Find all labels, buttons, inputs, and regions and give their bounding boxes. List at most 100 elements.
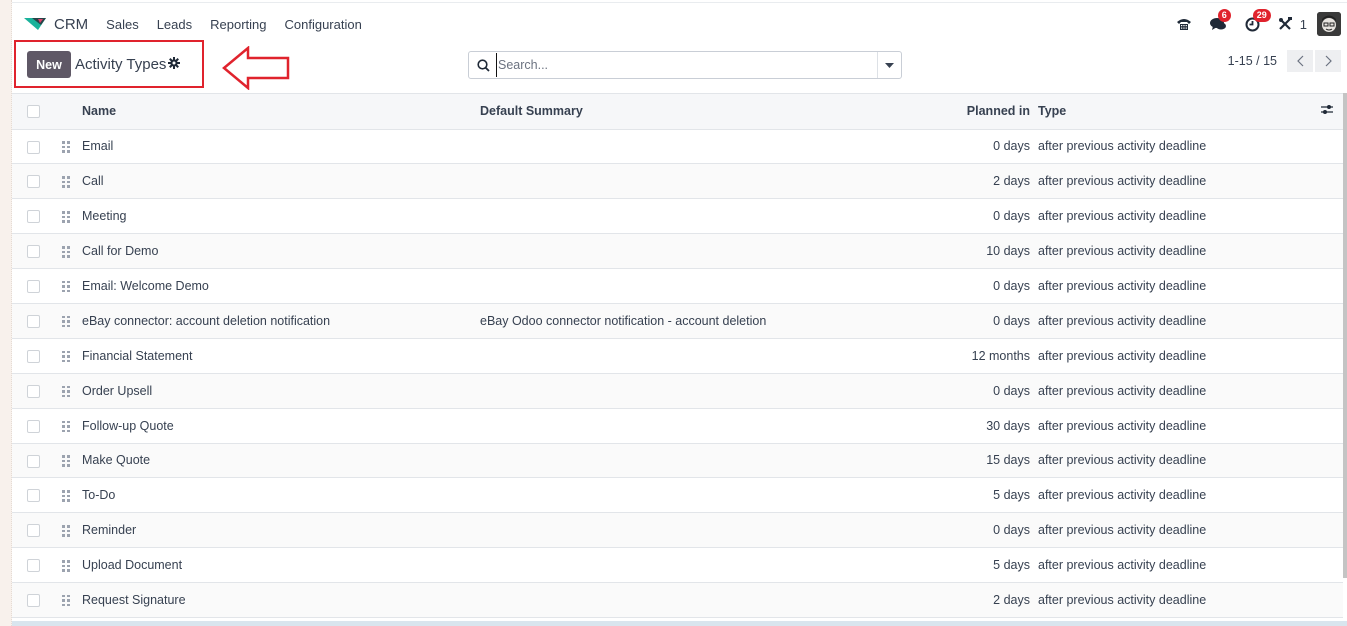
cell-type[interactable]: after previous activity deadline (1038, 443, 1308, 479)
cell-name[interactable]: Meeting (82, 198, 480, 235)
user-avatar[interactable] (1317, 12, 1341, 36)
cell-planned-in[interactable]: 0 days (920, 198, 1038, 235)
column-header-default-summary[interactable]: Default Summary (480, 94, 920, 130)
row-checkbox[interactable] (27, 210, 40, 224)
cell-type[interactable]: after previous activity deadline (1038, 129, 1308, 165)
drag-handle-icon[interactable] (62, 211, 70, 223)
cell-name[interactable]: Call (82, 163, 480, 200)
menu-leads[interactable]: Leads (157, 17, 192, 32)
cell-planned-in[interactable]: 2 days (920, 582, 1038, 618)
table-row[interactable]: Request Signature 2 days after previous ac… (12, 582, 1343, 618)
cell-default-summary[interactable] (480, 582, 920, 618)
drag-handle-icon[interactable] (62, 315, 70, 328)
table-row[interactable]: Upload Document 5 days after previous acti… (12, 547, 1343, 584)
tools-button[interactable]: 1 (1278, 17, 1307, 32)
vertical-scrollbar[interactable] (1343, 93, 1347, 578)
cell-default-summary[interactable] (480, 443, 920, 479)
cell-planned-in[interactable]: 0 days (920, 303, 1038, 339)
row-checkbox[interactable] (27, 559, 40, 573)
cell-planned-in[interactable]: 10 days (920, 233, 1038, 270)
cell-planned-in[interactable]: 2 days (920, 163, 1038, 200)
cell-type[interactable]: after previous activity deadline (1038, 338, 1308, 374)
search-options-toggle[interactable] (877, 52, 901, 78)
messages-button[interactable]: 6 (1209, 8, 1231, 32)
activities-button[interactable]: 29 (1245, 8, 1271, 32)
app-brand[interactable]: CRM (24, 16, 106, 33)
drag-handle-icon[interactable] (62, 490, 70, 502)
pager-next-button[interactable] (1315, 50, 1341, 72)
pager-previous-button[interactable] (1287, 50, 1313, 72)
cell-default-summary[interactable]: eBay Odoo connector notification - accou… (480, 303, 920, 339)
cell-default-summary[interactable] (480, 408, 920, 444)
gear-icon[interactable] (168, 57, 180, 69)
row-checkbox[interactable] (27, 245, 40, 259)
cell-type[interactable]: after previous activity deadline (1038, 233, 1308, 270)
row-checkbox[interactable] (27, 280, 40, 294)
row-checkbox[interactable] (27, 140, 40, 154)
cell-type[interactable]: after previous activity deadline (1038, 163, 1308, 200)
cell-name[interactable]: Email: Welcome Demo (82, 268, 480, 304)
cell-type[interactable]: after previous activity deadline (1038, 408, 1308, 444)
table-row[interactable]: Call for Demo 10 days after previous activ… (12, 233, 1343, 270)
cell-default-summary[interactable] (480, 198, 920, 235)
cell-name[interactable]: eBay connector: account deletion notific… (82, 303, 480, 339)
table-row[interactable]: Call 2 days after previous activity deadli… (12, 163, 1343, 200)
cell-planned-in[interactable]: 0 days (920, 512, 1038, 549)
cell-type[interactable]: after previous activity deadline (1038, 582, 1308, 618)
drag-handle-icon[interactable] (62, 176, 70, 188)
cell-type[interactable]: after previous activity deadline (1038, 512, 1308, 549)
drag-handle-icon[interactable] (62, 141, 70, 153)
cell-name[interactable]: Order Upsell (82, 373, 480, 409)
cell-planned-in[interactable]: 5 days (920, 477, 1038, 514)
drag-handle-icon[interactable] (62, 560, 70, 572)
cell-name[interactable]: Request Signature (82, 582, 480, 618)
row-checkbox[interactable] (27, 315, 40, 328)
row-checkbox[interactable] (27, 384, 40, 398)
table-row[interactable]: Email 0 days after previous activity deadl… (12, 129, 1343, 165)
column-header-type[interactable]: Type (1038, 94, 1308, 130)
drag-handle-icon[interactable] (62, 455, 70, 467)
cell-type[interactable]: after previous activity deadline (1038, 547, 1308, 584)
drag-handle-icon[interactable] (62, 385, 70, 398)
drag-handle-icon[interactable] (62, 420, 70, 433)
pager-value[interactable]: 1-15 / 15 (1228, 54, 1277, 68)
cell-name[interactable]: Reminder (82, 512, 480, 549)
cell-type[interactable]: after previous activity deadline (1038, 198, 1308, 235)
drag-handle-icon[interactable] (62, 525, 70, 537)
column-settings-icon[interactable] (1321, 104, 1333, 115)
search-input[interactable] (496, 53, 877, 77)
menu-sales[interactable]: Sales (106, 17, 139, 32)
cell-planned-in[interactable]: 0 days (920, 129, 1038, 165)
cell-name[interactable]: Make Quote (82, 443, 480, 479)
cell-default-summary[interactable] (480, 477, 920, 514)
cell-name[interactable]: Follow-up Quote (82, 408, 480, 444)
cell-default-summary[interactable] (480, 512, 920, 549)
cell-default-summary[interactable] (480, 163, 920, 200)
cell-type[interactable]: after previous activity deadline (1038, 373, 1308, 409)
select-all-checkbox[interactable] (27, 105, 40, 119)
drag-handle-icon[interactable] (62, 246, 70, 258)
cell-planned-in[interactable]: 12 months (920, 338, 1038, 374)
row-checkbox[interactable] (27, 419, 40, 433)
cell-name[interactable]: Email (82, 129, 480, 165)
cell-planned-in[interactable]: 15 days (920, 443, 1038, 479)
table-row[interactable]: Financial Statement 12 months after previo… (12, 338, 1343, 374)
table-row[interactable]: Reminder 0 days after previous activity de… (12, 512, 1343, 549)
row-checkbox[interactable] (27, 524, 40, 538)
cell-default-summary[interactable] (480, 233, 920, 270)
cell-default-summary[interactable] (480, 268, 920, 304)
cell-default-summary[interactable] (480, 338, 920, 374)
cell-default-summary[interactable] (480, 373, 920, 409)
cell-planned-in[interactable]: 5 days (920, 547, 1038, 584)
row-checkbox[interactable] (27, 175, 40, 189)
cell-name[interactable]: Call for Demo (82, 233, 480, 270)
cell-planned-in[interactable]: 0 days (920, 268, 1038, 304)
cell-default-summary[interactable] (480, 129, 920, 165)
cell-name[interactable]: Financial Statement (82, 338, 480, 374)
cell-name[interactable]: To-Do (82, 477, 480, 514)
row-checkbox[interactable] (27, 349, 40, 363)
column-header-name[interactable]: Name (82, 94, 480, 130)
new-button[interactable]: New (27, 51, 71, 78)
cell-type[interactable]: after previous activity deadline (1038, 268, 1308, 304)
table-row[interactable]: Order Upsell 0 days after previous activit… (12, 373, 1343, 409)
